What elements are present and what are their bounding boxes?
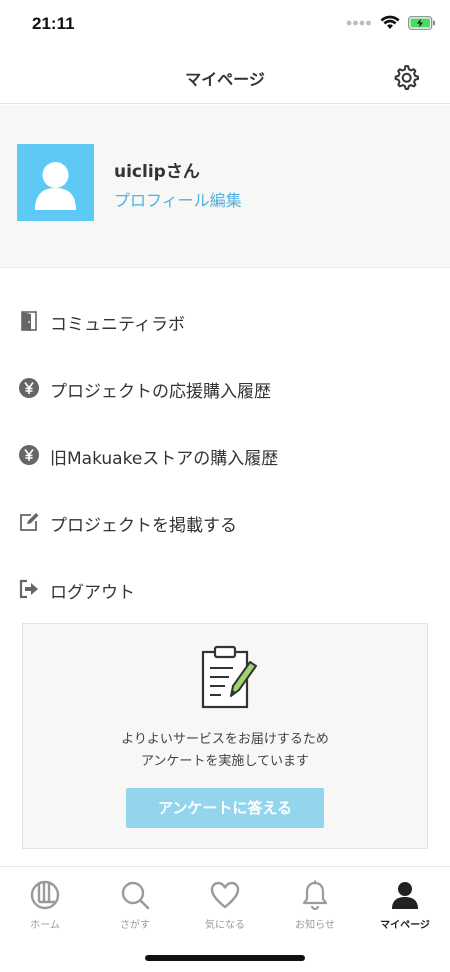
status-icons <box>346 15 436 30</box>
menu-item-community-lab[interactable]: コミュニティラボ <box>0 297 450 345</box>
logout-icon <box>19 579 38 599</box>
tab-label: 気になる <box>205 920 245 931</box>
tab-label: さがす <box>120 920 150 931</box>
menu-item-label: ログアウト <box>50 583 135 603</box>
status-bar: 21:11 <box>0 0 450 50</box>
page-title: マイページ <box>185 70 265 89</box>
person-silhouette-icon <box>35 162 76 210</box>
tab-label: お知らせ <box>295 920 335 931</box>
menu-item-label: 旧Makuakeストアの購入履歴 <box>50 449 279 469</box>
menu-item-old-store-history[interactable]: 旧Makuakeストアの購入履歴 <box>0 431 450 479</box>
tab-home[interactable]: ホーム <box>0 867 90 939</box>
survey-card: よりよいサービスをお届けするため アンケートを実施しています アンケートに答える <box>22 623 428 849</box>
wifi-icon <box>380 15 400 29</box>
tab-label: マイページ <box>380 920 430 931</box>
avatar[interactable] <box>17 144 94 221</box>
menu-item-label: プロジェクトを掲載する <box>50 516 237 536</box>
status-time: 21:11 <box>32 14 75 33</box>
tab-favorites[interactable]: 気になる <box>180 867 270 939</box>
home-indicator <box>145 955 305 961</box>
profile-section: uiclipさん プロフィール編集 <box>0 105 450 268</box>
profile-edit-link[interactable]: プロフィール編集 <box>114 187 242 211</box>
tab-search[interactable]: さがす <box>90 867 180 939</box>
survey-message-line2: アンケートを実施しています <box>140 754 310 769</box>
clipboard-pencil-icon <box>201 645 257 709</box>
search-icon <box>121 881 150 910</box>
menu-item-post-project[interactable]: プロジェクトを掲載する <box>0 498 450 546</box>
gear-icon[interactable] <box>392 63 420 91</box>
navigation-bar: マイページ <box>0 50 450 104</box>
survey-message-line1: よりよいサービスをお届けするため <box>121 732 329 747</box>
door-icon <box>21 311 37 331</box>
home-logo-icon <box>30 880 60 910</box>
menu-item-label: コミュニティラボ <box>50 315 185 335</box>
tab-bar: ホーム さがす 気になる お知らせ マイページ <box>0 866 450 938</box>
tab-label: ホーム <box>30 920 60 931</box>
answer-survey-button[interactable]: アンケートに答える <box>126 788 324 828</box>
battery-charging-icon <box>408 15 435 30</box>
person-icon <box>392 882 418 909</box>
tab-mypage[interactable]: マイページ <box>360 867 450 939</box>
menu-item-label: プロジェクトの応援購入履歴 <box>50 382 271 402</box>
heart-icon <box>210 881 240 909</box>
menu-item-project-purchase-history[interactable]: プロジェクトの応援購入履歴 <box>0 364 450 412</box>
cellular-dots-icon <box>346 20 371 25</box>
yen-coin-icon <box>19 378 39 398</box>
edit-icon <box>20 513 39 531</box>
yen-coin-icon <box>19 445 39 465</box>
tab-notifications[interactable]: お知らせ <box>270 867 360 939</box>
bell-icon <box>302 880 328 911</box>
menu-item-logout[interactable]: ログアウト <box>0 565 450 613</box>
username: uiclipさん <box>114 162 200 182</box>
